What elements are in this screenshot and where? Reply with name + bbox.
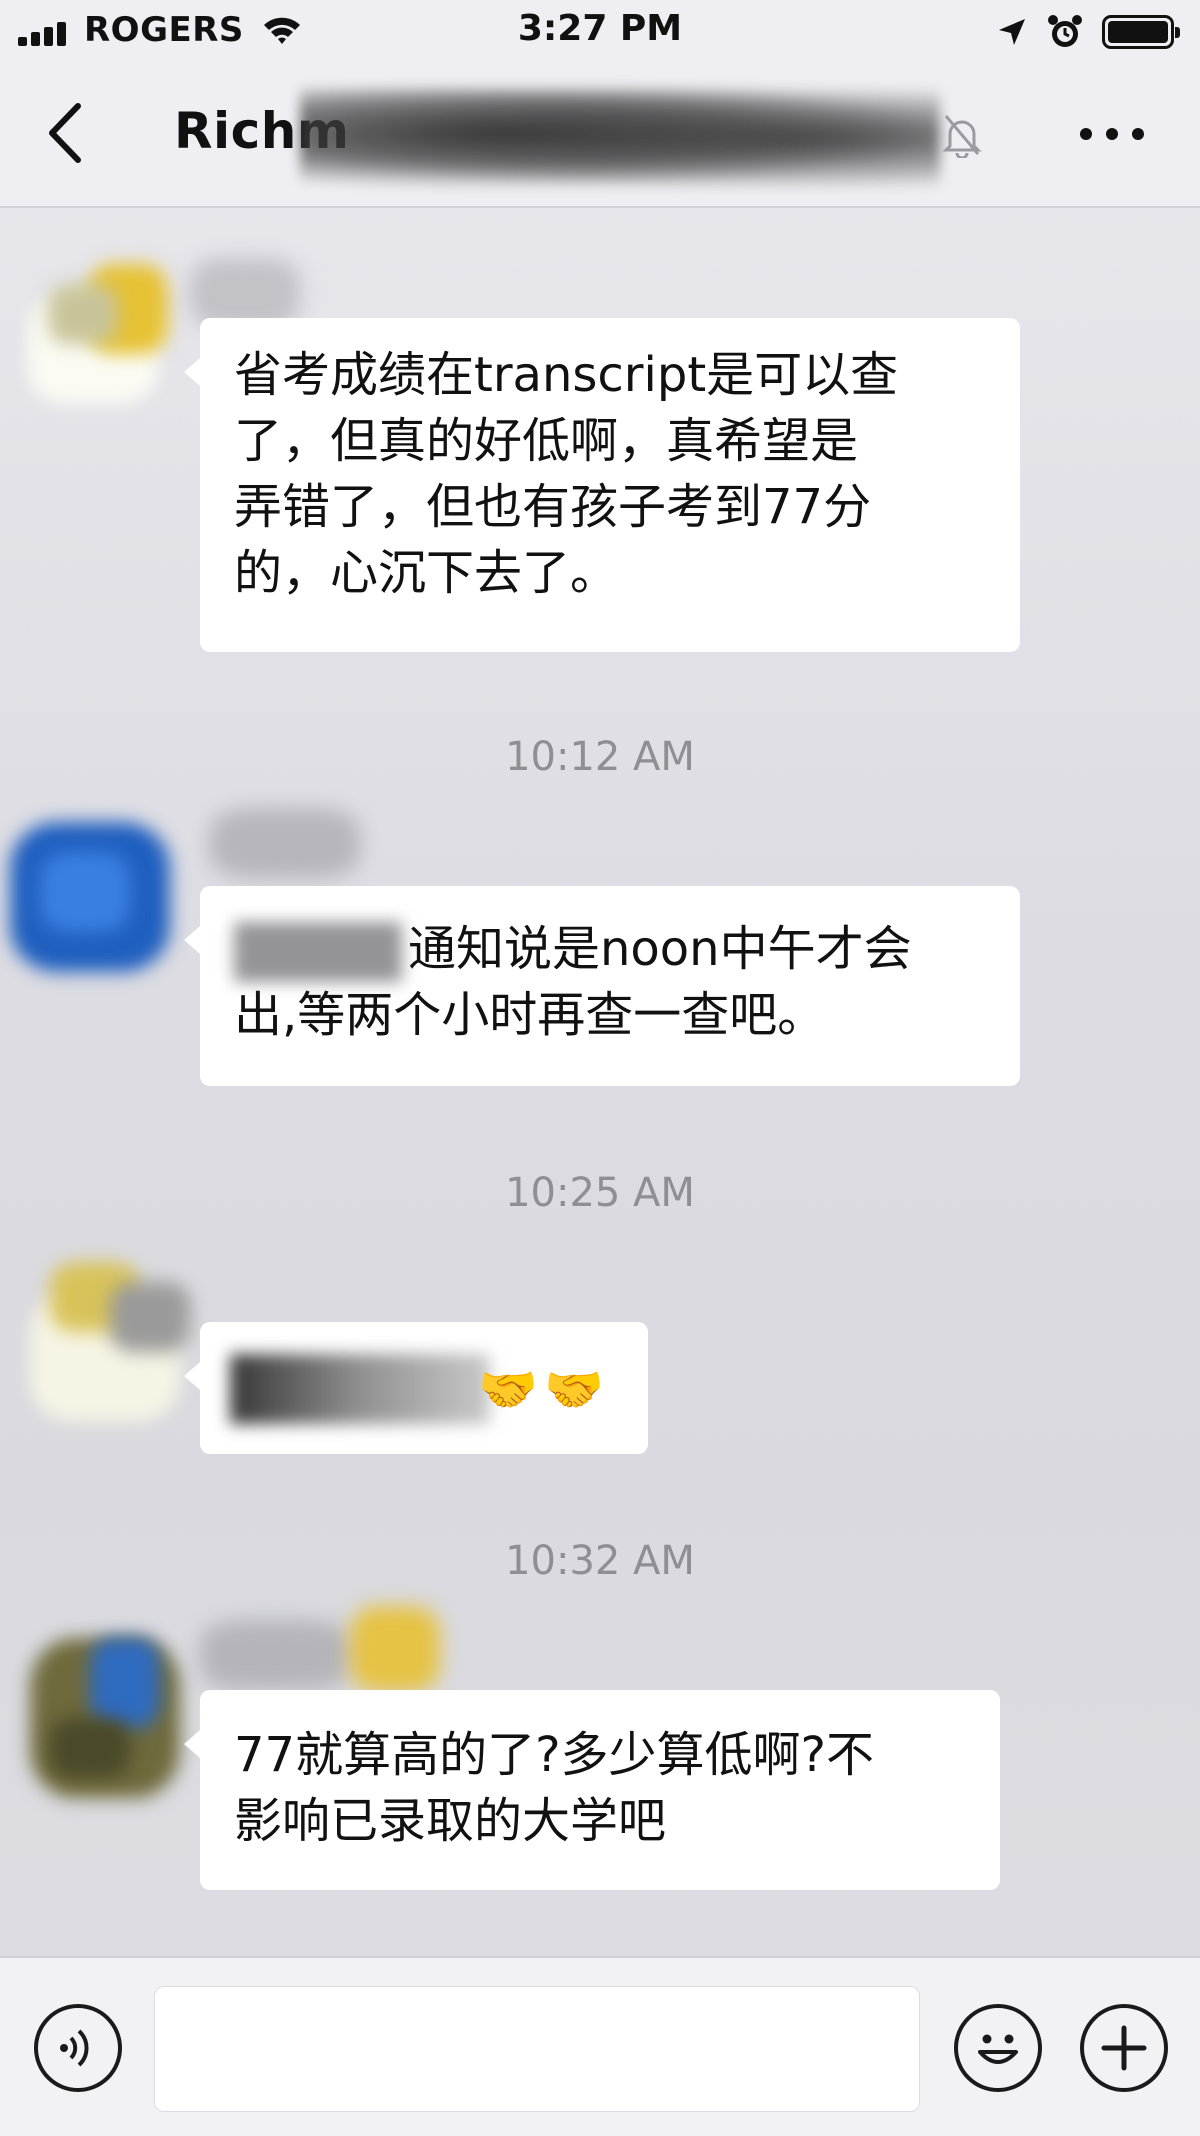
message-line: 弄错了，但也有孩子考到77分 [234,479,872,535]
voice-icon [60,2029,89,2067]
message-line: 了，但真的好低啊，真希望是 [234,413,859,469]
avatar[interactable] [30,1628,180,1798]
avatar[interactable] [18,254,168,404]
avatar[interactable] [30,1262,190,1422]
message-bubble[interactable]: 77就算高的了?多少算低啊?不 影响已录取的大学吧 [184,1690,1000,1890]
message-timestamp: 10:25 AM [505,1170,695,1216]
smiley-icon [978,2034,1018,2064]
redacted-text [230,1354,490,1424]
message-line: 通知说是noon中午才会 [234,916,986,982]
message-line: 省考成绩在transcript是可以查 [234,347,899,403]
message-bubble[interactable]: 通知说是noon中午才会 出,等两个小时再查一查吧。 [184,886,1020,1086]
message-line: 出,等两个小时再查一查吧。 [234,987,826,1043]
redacted-sender-name [350,1606,440,1692]
mute-bell-icon [942,115,982,158]
message-timestamp: 10:32 AM [505,1538,695,1584]
more-options-icon[interactable] [1080,124,1144,144]
input-bar [0,1956,1200,2136]
back-chevron-icon[interactable] [42,100,92,166]
status-bar: ROGERS 3:27 PM [0,0,1200,66]
message-line: 的，心沉下去了。 [234,545,619,601]
battery-icon [1102,15,1180,49]
more-functions-button[interactable] [1080,2004,1168,2092]
avatar[interactable] [10,812,170,972]
message-bubble[interactable]: 省考成绩在transcript是可以查 了，但真的好低啊，真希望是 弄错了，但也… [184,318,1020,652]
message-text: 通知说是noon中午才会 [408,921,912,977]
voice-input-button[interactable] [34,2004,122,2092]
alarm-clock-icon [1048,15,1082,47]
message-bubble[interactable]: 🤝 🤝 [184,1322,648,1454]
redacted-sender-name [210,808,360,878]
handshake-emoji: 🤝 [478,1362,538,1418]
message-line: 77就算高的了?多少算低啊?不 [234,1727,875,1783]
redacted-sender-name [200,1620,350,1690]
redacted-title [300,88,940,188]
plus-icon [1101,2025,1147,2071]
message-input[interactable] [154,1986,920,2112]
redacted-mention [234,922,402,982]
emoji-button[interactable] [954,2004,1042,2092]
location-arrow-icon [999,19,1025,45]
handshake-emoji: 🤝 [544,1362,604,1418]
message-line: 影响已录取的大学吧 [234,1793,667,1849]
message-timestamp: 10:12 AM [505,734,695,780]
chat-header: Richm [0,66,1200,208]
